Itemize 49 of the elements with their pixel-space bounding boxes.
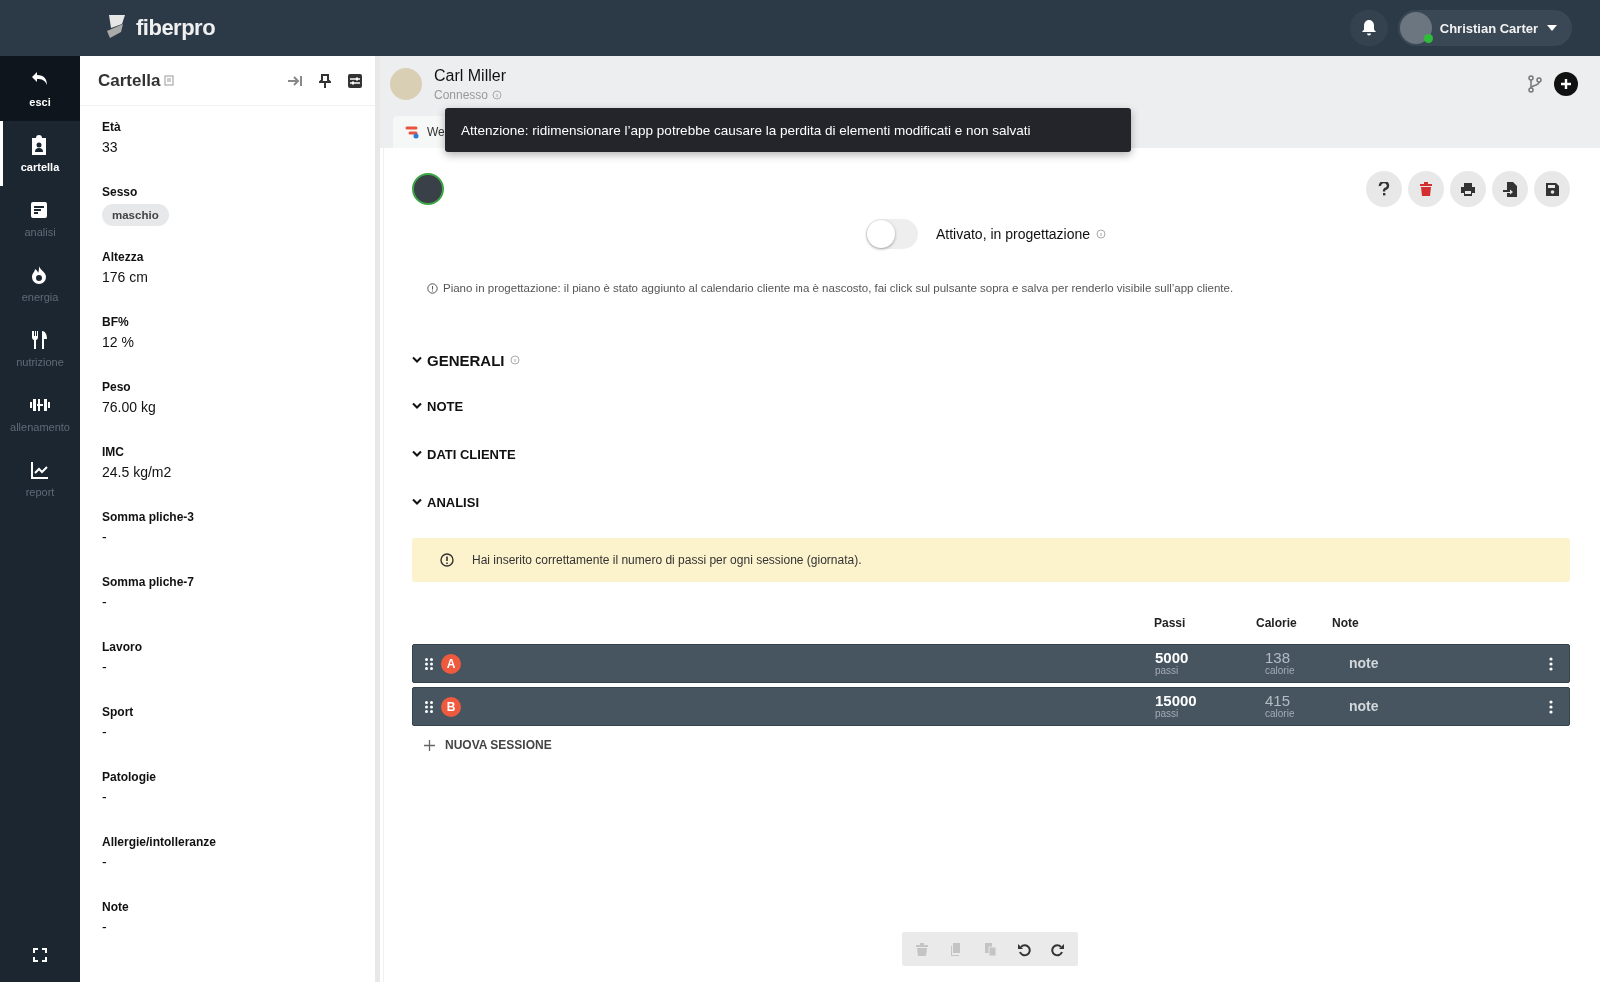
- calories-unit: calorie: [1265, 666, 1296, 677]
- field-label: Somma pliche-3: [102, 510, 195, 524]
- field-label: Note: [102, 900, 129, 914]
- field-label: Età: [102, 120, 121, 134]
- field-label: Altezza: [102, 250, 144, 264]
- field-value: -: [102, 854, 107, 870]
- field-label: Somma pliche-7: [102, 575, 195, 589]
- field-label: BF%: [102, 315, 129, 329]
- field-value: 12 %: [102, 334, 134, 350]
- field-value: 76.00 kg: [102, 399, 156, 415]
- note-text: note: [1349, 656, 1380, 671]
- toggle-label: Attivato, in progettazione: [935, 226, 1091, 242]
- field-value: -: [102, 659, 107, 675]
- logo-text: fiberpro: [136, 15, 216, 41]
- warning-tooltip: Attenzione: ridimensionare l’app potrebbe causare la perdita di elementi modificati e non salvati: [445, 108, 1131, 152]
- field-value: -: [102, 529, 107, 545]
- calories-value: 138: [1265, 650, 1291, 667]
- steps-unit: passi: [1155, 666, 1180, 677]
- steps-unit: passi: [1155, 709, 1180, 720]
- note-text: note: [1349, 699, 1380, 714]
- field-value: 33: [102, 139, 118, 155]
- session-badge: A: [441, 653, 461, 674]
- calories-unit: calorie: [1265, 709, 1296, 720]
- field-value: -: [102, 724, 107, 740]
- field-label: Allergie/intolleranze: [102, 835, 217, 849]
- column-header: Passi: [1154, 616, 1187, 630]
- column-header: Note: [1332, 616, 1360, 630]
- field-label: IMC: [102, 445, 124, 459]
- hint-text: Piano in progettazione: il piano è stato aggiunto al calendario cliente ma è nascosto, fai click sul pulsante sopra e salva per renderlo visibile sull’app cliente.: [443, 282, 1234, 294]
- field-value: 176 cm: [102, 269, 148, 285]
- field-label: Sesso: [102, 185, 138, 199]
- steps-value: 5000: [1155, 650, 1190, 667]
- field-label: Sport: [102, 705, 134, 719]
- calories-value: 415: [1265, 693, 1291, 710]
- value-chip: maschio: [102, 204, 169, 226]
- field-label: Peso: [102, 380, 131, 394]
- client-name: Carl Miller: [434, 66, 506, 85]
- client-status: Connesso: [434, 87, 489, 102]
- field-label: Patologie: [102, 770, 156, 784]
- column-header: Calorie: [1256, 616, 1298, 630]
- field-value: -: [102, 594, 107, 610]
- steps-value: 15000: [1155, 693, 1198, 710]
- field-value: 24.5 kg/m2: [102, 464, 172, 480]
- panel-title: Cartella: [98, 70, 161, 91]
- field-value: -: [102, 919, 107, 935]
- field-value: -: [102, 789, 107, 805]
- session-badge: B: [441, 696, 461, 717]
- alert-text: Hai inserito correttamente il numero di passi per ogni sessione (giornata).: [472, 553, 862, 567]
- field-label: Lavoro: [102, 640, 142, 654]
